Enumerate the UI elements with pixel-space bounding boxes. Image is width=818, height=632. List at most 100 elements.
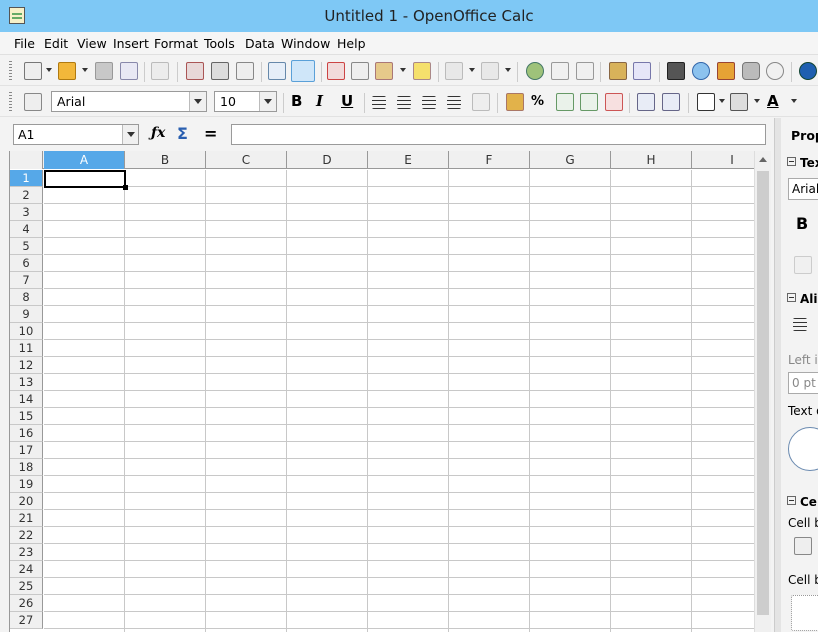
- hyperlink-icon[interactable]: [526, 62, 544, 80]
- new-document-icon[interactable]: [24, 62, 42, 80]
- row-header-14[interactable]: 14: [10, 391, 43, 408]
- paste-dropdown-icon[interactable]: [400, 68, 406, 72]
- decrease-indent-icon[interactable]: [637, 93, 655, 111]
- new-dropdown-icon[interactable]: [46, 68, 52, 72]
- bold-icon[interactable]: B: [291, 92, 302, 110]
- save-icon[interactable]: [95, 62, 113, 80]
- paste-icon[interactable]: [375, 62, 393, 80]
- navigator-icon[interactable]: [692, 62, 710, 80]
- spreadsheet-grid[interactable]: ABCDEFGHI 1 2 3 4 5 6 7 8 9 10 11 12 13 14 15 16 17 18 19 2…: [9, 151, 754, 632]
- column-header-h[interactable]: H: [611, 151, 692, 169]
- text-orientation-dial-icon[interactable]: [788, 427, 818, 471]
- menu-view[interactable]: View: [77, 36, 107, 51]
- active-cell-cursor[interactable]: [44, 170, 128, 190]
- menu-window[interactable]: Window: [281, 36, 330, 51]
- sidebar-font-effects-icon[interactable]: [794, 256, 812, 274]
- help-icon[interactable]: [799, 62, 817, 80]
- scroll-up-icon[interactable]: [759, 157, 767, 162]
- scrollbar-thumb[interactable]: [757, 171, 769, 615]
- font-name-box[interactable]: Arial: [51, 91, 207, 112]
- find-replace-icon[interactable]: [667, 62, 685, 80]
- font-color-dropdown-icon[interactable]: [791, 99, 797, 103]
- align-left-icon[interactable]: [372, 96, 386, 109]
- column-header-e[interactable]: E: [368, 151, 449, 169]
- percent-format-icon[interactable]: %: [531, 94, 544, 109]
- open-folder-icon[interactable]: [58, 62, 76, 80]
- row-header-2[interactable]: 2: [10, 187, 43, 204]
- clone-formatting-icon[interactable]: [413, 62, 431, 80]
- collapse-icon[interactable]: [787, 293, 796, 302]
- redo-dropdown-icon[interactable]: [505, 68, 511, 72]
- italic-icon[interactable]: I: [316, 92, 323, 110]
- undo-dropdown-icon[interactable]: [469, 68, 475, 72]
- function-wizard-icon[interactable]: ƒx: [151, 125, 165, 141]
- column-header-g[interactable]: G: [530, 151, 611, 169]
- row-header-7[interactable]: 7: [10, 272, 43, 289]
- menu-help[interactable]: Help: [337, 36, 366, 51]
- menu-format[interactable]: Format: [154, 36, 198, 51]
- alignment-section-header[interactable]: Alig: [787, 292, 818, 306]
- menu-edit[interactable]: Edit: [44, 36, 68, 51]
- font-color-icon[interactable]: A: [767, 92, 779, 110]
- spellcheck-icon[interactable]: [268, 62, 286, 80]
- text-section-header[interactable]: Tex: [787, 156, 818, 170]
- sort-ascending-icon[interactable]: [551, 62, 569, 80]
- edit-file-icon[interactable]: [151, 62, 169, 80]
- data-sources-icon[interactable]: [742, 62, 760, 80]
- name-box-dropdown-icon[interactable]: [122, 125, 138, 144]
- menu-file[interactable]: File: [14, 36, 35, 51]
- currency-format-icon[interactable]: [506, 93, 524, 111]
- align-right-icon[interactable]: [422, 96, 436, 109]
- formula-input[interactable]: [231, 124, 766, 145]
- row-header-12[interactable]: 12: [10, 357, 43, 374]
- collapse-icon[interactable]: [787, 157, 796, 166]
- menu-insert[interactable]: Insert: [113, 36, 149, 51]
- row-header-9[interactable]: 9: [10, 306, 43, 323]
- cell-background-icon[interactable]: [794, 537, 812, 555]
- row-header-6[interactable]: 6: [10, 255, 43, 272]
- borders-icon[interactable]: [697, 93, 715, 111]
- open-dropdown-icon[interactable]: [82, 68, 88, 72]
- menu-tools[interactable]: Tools: [204, 36, 235, 51]
- row-header-21[interactable]: 21: [10, 510, 43, 527]
- toolbar-grip[interactable]: [9, 61, 12, 81]
- borders-dropdown-icon[interactable]: [719, 99, 725, 103]
- row-header-16[interactable]: 16: [10, 425, 43, 442]
- font-size-dropdown-icon[interactable]: [259, 92, 276, 111]
- row-header-17[interactable]: 17: [10, 442, 43, 459]
- underline-icon[interactable]: U: [341, 92, 353, 110]
- row-header-23[interactable]: 23: [10, 544, 43, 561]
- sidebar-align-left-icon[interactable]: [793, 318, 807, 331]
- row-header-8[interactable]: 8: [10, 289, 43, 306]
- sidebar-bold-icon[interactable]: B: [796, 214, 808, 233]
- background-color-icon[interactable]: [730, 93, 748, 111]
- cell-border-icon[interactable]: [791, 595, 818, 631]
- row-header-18[interactable]: 18: [10, 459, 43, 476]
- select-all-corner[interactable]: [10, 151, 43, 169]
- page-preview-icon[interactable]: [236, 62, 254, 80]
- row-header-10[interactable]: 10: [10, 323, 43, 340]
- undo-icon[interactable]: [445, 62, 463, 80]
- row-header-5[interactable]: 5: [10, 238, 43, 255]
- row-header-4[interactable]: 4: [10, 221, 43, 238]
- chart-icon[interactable]: [609, 62, 627, 80]
- show-draw-functions-icon[interactable]: [633, 62, 651, 80]
- font-size-box[interactable]: 10: [214, 91, 277, 112]
- autospellcheck-icon[interactable]: [291, 60, 315, 82]
- menu-data[interactable]: Data: [245, 36, 275, 51]
- row-header-3[interactable]: 3: [10, 204, 43, 221]
- email-icon[interactable]: [120, 62, 138, 80]
- sum-icon[interactable]: Σ: [177, 124, 188, 143]
- row-header-11[interactable]: 11: [10, 340, 43, 357]
- row-header-27[interactable]: 27: [10, 612, 43, 629]
- copy-icon[interactable]: [351, 62, 369, 80]
- indent-field[interactable]: 0 pt: [788, 372, 818, 394]
- align-center-icon[interactable]: [397, 96, 411, 109]
- increase-indent-icon[interactable]: [662, 93, 680, 111]
- font-name-dropdown-icon[interactable]: [189, 92, 206, 111]
- vertical-scrollbar[interactable]: [754, 151, 771, 632]
- collapse-icon[interactable]: [787, 496, 796, 505]
- row-header-15[interactable]: 15: [10, 408, 43, 425]
- column-header-d[interactable]: D: [287, 151, 368, 169]
- row-header-24[interactable]: 24: [10, 561, 43, 578]
